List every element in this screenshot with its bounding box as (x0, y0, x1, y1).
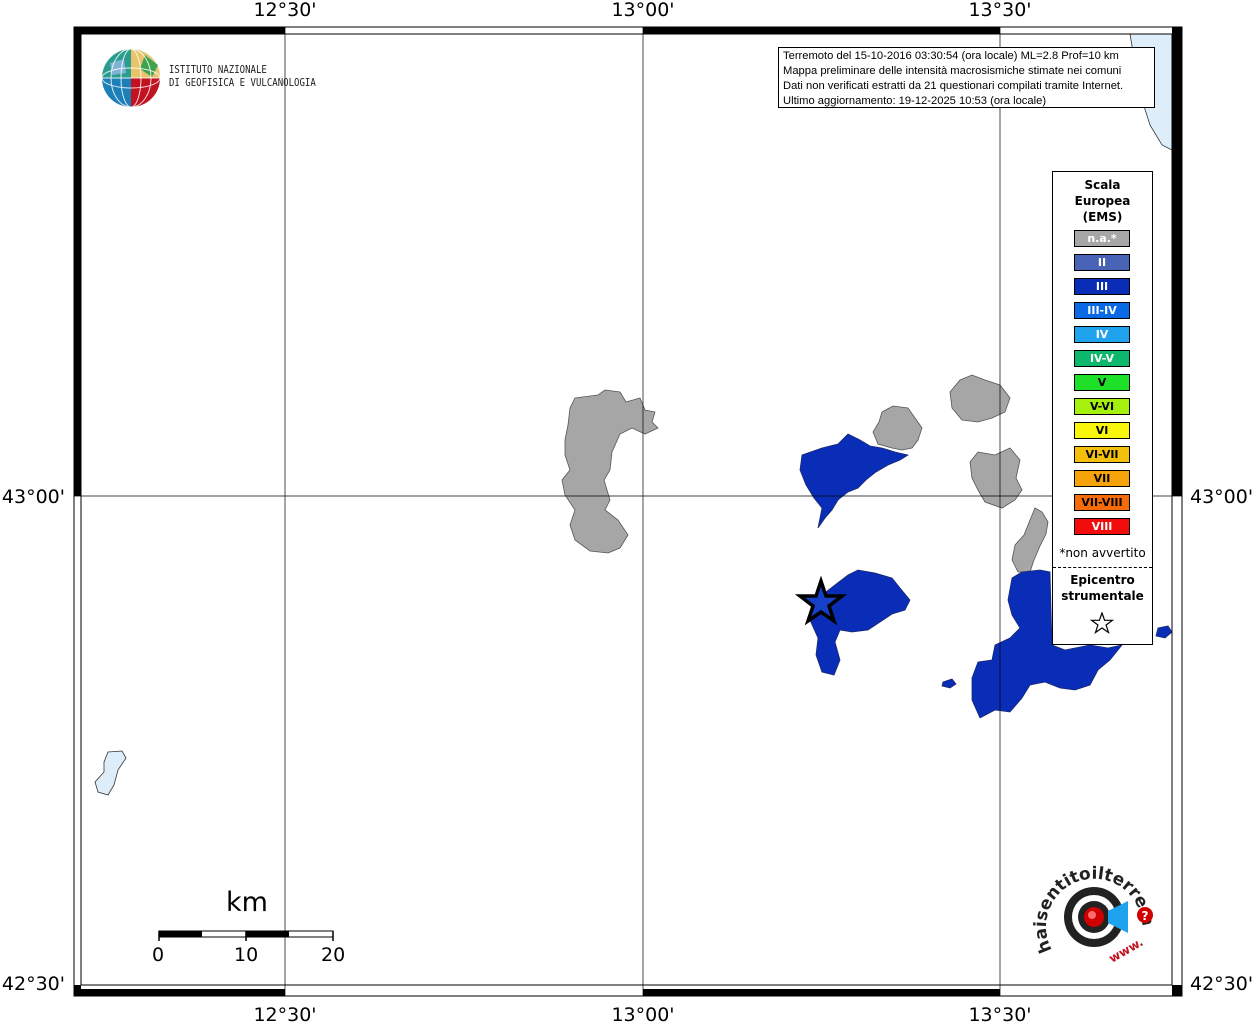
legend-swatch: IV (1074, 326, 1130, 343)
legend-swatch: n.a.* (1074, 230, 1130, 247)
star-icon (1090, 612, 1114, 634)
info-line: Mappa preliminare delle intensità macros… (783, 65, 1122, 77)
lat-label-right: 43°00' (1190, 486, 1253, 508)
scale-tick-label: 20 (321, 944, 346, 966)
lon-label-bottom: 13°00' (611, 1004, 674, 1024)
scale-unit: km (226, 887, 268, 918)
legend-swatch: V-VI (1074, 398, 1130, 415)
legend-swatch: VII-VIII (1074, 494, 1130, 511)
legend-note: *non avvertito (1059, 546, 1146, 560)
legend-swatch: VI (1074, 422, 1130, 439)
lon-label-bottom: 13°30' (968, 1004, 1031, 1024)
lat-label-right: 42°30' (1190, 973, 1253, 995)
legend-swatch: II (1074, 254, 1130, 271)
scale-tick-label: 0 (152, 944, 165, 966)
legend-swatch: III-IV (1074, 302, 1130, 319)
lon-label-bottom: 12°30' (253, 1004, 316, 1024)
legend-swatch: VIII (1074, 518, 1130, 535)
legend-swatch: V (1074, 374, 1130, 391)
legend-title: Scala Europea (EMS) (1074, 178, 1131, 224)
lon-label-top: 12°30' (253, 0, 316, 21)
lat-label-left: 42°30' (2, 973, 65, 995)
lat-label-left: 43°00' (2, 486, 65, 508)
lon-label-top: 13°30' (968, 0, 1031, 21)
lon-label-top: 13°00' (611, 0, 674, 21)
ingv-logo-icon (101, 48, 161, 108)
info-line: Ultimo aggiornamento: 19-12-2025 10:53 (… (783, 95, 1047, 107)
ems-legend: Scala Europea (EMS) n.a.* II III III-IV IV IV… (1052, 171, 1153, 645)
info-line: Dati non verificati estratti da 21 quest… (783, 80, 1124, 92)
ingv-name: ISTITUTO NAZIONALE DI GEOFISICA E VULCAN… (169, 64, 316, 89)
legend-epicenter-label: Epicentro strumentale (1061, 573, 1144, 603)
scale-tick-label: 10 (234, 944, 259, 966)
info-line: Terremoto del 15-10-2016 03:30:54 (ora l… (783, 50, 1119, 62)
haisentito-logo-icon: haisentitoilterremoto.it www. ? (1030, 855, 1158, 966)
legend-swatch: VI-VII (1074, 446, 1130, 463)
legend-swatch: VII (1074, 470, 1130, 487)
info-box: Terremoto del 15-10-2016 03:30:54 (ora l… (778, 47, 1155, 108)
svg-text:?: ? (1142, 909, 1149, 923)
legend-swatch: III (1074, 278, 1130, 295)
legend-swatch: IV-V (1074, 350, 1130, 367)
legend-divider (1053, 567, 1152, 568)
